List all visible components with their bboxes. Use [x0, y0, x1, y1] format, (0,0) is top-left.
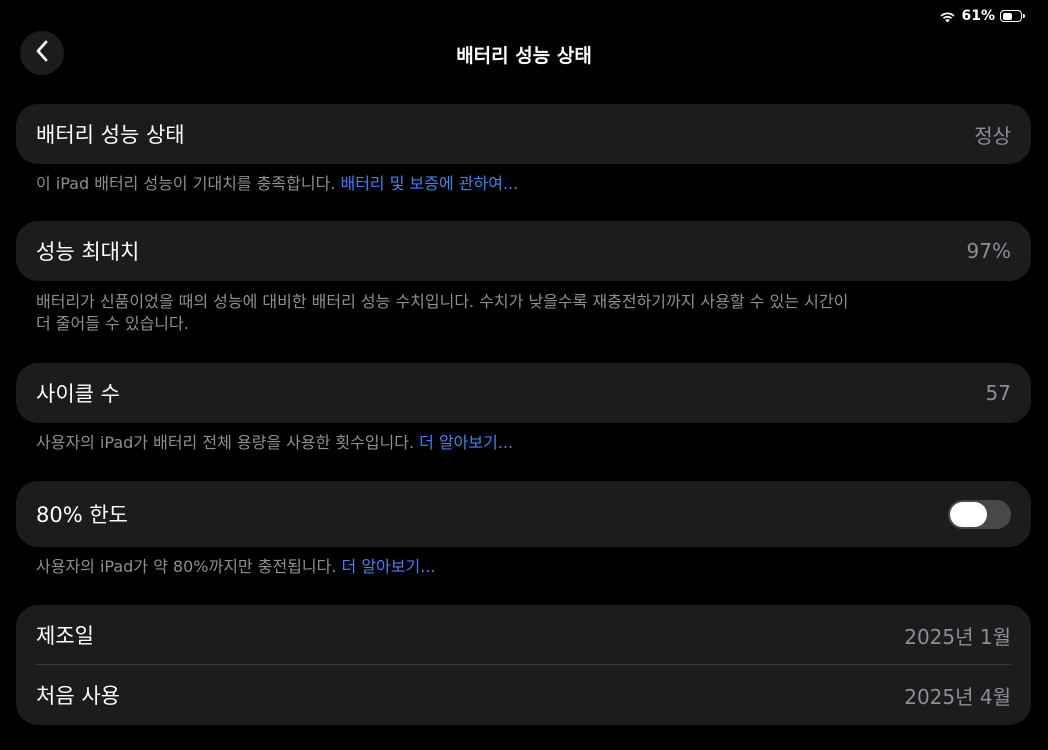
max-capacity-description-line1: 배터리가 신품이었을 때의 성능에 대비한 배터리 성능 수치입니다. 수치가 …	[36, 292, 849, 311]
first-use-row: 처음 사용 2025년 4월	[16, 665, 1031, 725]
battery-health-row: 배터리 성능 상태 정상	[16, 104, 1031, 164]
toggle-knob	[950, 501, 987, 527]
max-capacity-description-line2: 더 줄어들 수 있습니다.	[36, 314, 189, 333]
max-capacity-row: 성능 최대치 97%	[16, 221, 1031, 281]
limit-80-row: 80% 한도	[16, 481, 1031, 547]
cycle-count-description: 사용자의 iPad가 배터리 전체 용량을 사용한 횟수입니다.	[36, 433, 415, 452]
cycle-count-footer: 사용자의 iPad가 배터리 전체 용량을 사용한 횟수입니다. 더 알아보기.…	[36, 432, 956, 454]
battery-health-value: 정상	[974, 123, 1011, 148]
status-bar: 61%	[939, 7, 1025, 25]
manufacture-date-label: 제조일	[36, 624, 94, 648]
limit-80-label: 80% 한도	[36, 503, 128, 527]
wifi-icon	[939, 10, 956, 23]
max-capacity-group: 성능 최대치 97%	[16, 221, 1031, 281]
limit-80-description: 사용자의 iPad가 약 80%까지만 충전됩니다.	[36, 557, 337, 576]
navigation-bar: 배터리 성능 상태	[0, 31, 1048, 79]
cycle-count-group: 사이클 수 57	[16, 363, 1031, 423]
battery-health-footer: 이 iPad 배터리 성능이 기대치를 충족합니다. 배터리 및 보증에 관하여…	[36, 173, 956, 195]
first-use-label: 처음 사용	[36, 684, 120, 708]
page-title: 배터리 성능 상태	[456, 45, 592, 67]
max-capacity-value: 97%	[966, 239, 1011, 263]
battery-icon	[1000, 10, 1025, 22]
battery-percent: 61%	[961, 8, 995, 24]
battery-health-label: 배터리 성능 상태	[36, 123, 185, 147]
battery-health-group: 배터리 성능 상태 정상	[16, 104, 1031, 164]
manufacture-date-row: 제조일 2025년 1월	[16, 605, 1031, 665]
max-capacity-footer: 배터리가 신품이었을 때의 성능에 대비한 배터리 성능 수치입니다. 수치가 …	[36, 291, 956, 335]
battery-warranty-link[interactable]: 배터리 및 보증에 관하여...	[340, 174, 518, 193]
max-capacity-label: 성능 최대치	[36, 240, 140, 264]
limit-80-footer: 사용자의 iPad가 약 80%까지만 충전됩니다. 더 알아보기...	[36, 556, 956, 578]
cycle-count-value: 57	[985, 381, 1011, 405]
limit-80-learn-more-link[interactable]: 더 알아보기...	[342, 557, 436, 576]
limit-80-group: 80% 한도	[16, 481, 1031, 547]
manufacture-date-value: 2025년 1월	[904, 624, 1011, 649]
first-use-value: 2025년 4월	[904, 684, 1011, 709]
cycle-count-label: 사이클 수	[36, 382, 120, 406]
cycle-count-learn-more-link[interactable]: 더 알아보기...	[419, 433, 513, 452]
limit-80-toggle[interactable]	[948, 499, 1011, 529]
battery-health-description: 이 iPad 배터리 성능이 기대치를 충족합니다.	[36, 174, 336, 193]
dates-group: 제조일 2025년 1월 처음 사용 2025년 4월	[16, 605, 1031, 725]
cycle-count-row: 사이클 수 57	[16, 363, 1031, 423]
